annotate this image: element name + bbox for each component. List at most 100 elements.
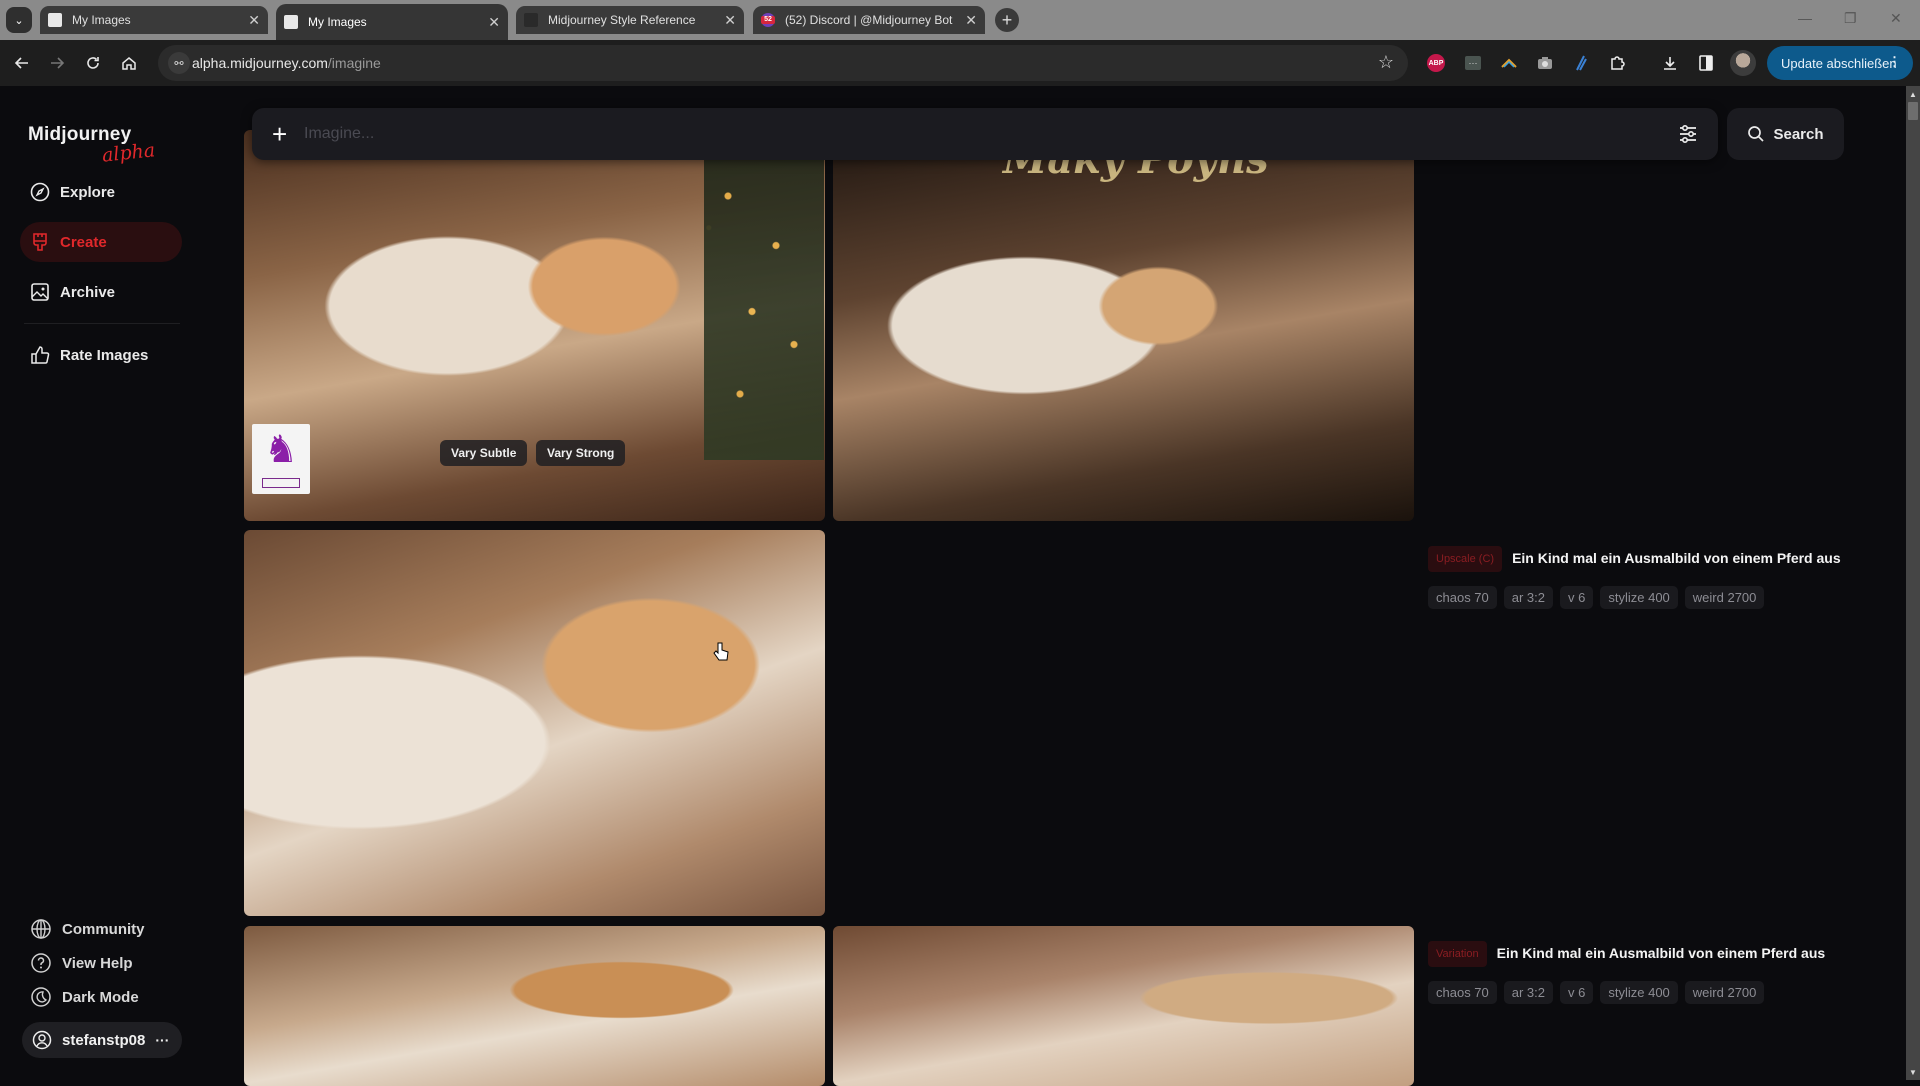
browser-tabstrip: ⌄ My Images ✕ My Images ✕ Midjourney Sty…: [0, 0, 1920, 40]
browser-toolbar: ⚯ alpha.midjourney.com/imagine ☆ ABP ···…: [0, 40, 1920, 86]
param-chip[interactable]: ar 3:2: [1503, 586, 1554, 609]
midjourney-favicon-icon: [524, 13, 538, 27]
extension-box-icon[interactable]: ···: [1465, 56, 1481, 70]
forward-button[interactable]: [46, 52, 68, 74]
param-chip[interactable]: weird 2700: [1684, 586, 1765, 609]
reload-button[interactable]: [82, 52, 104, 74]
user-avatar-icon: [32, 1030, 52, 1050]
sidebar-item-label: Community: [62, 920, 145, 938]
job-prompt[interactable]: Ein Kind mal ein Ausmalbild von einem Pf…: [1497, 945, 1826, 961]
generated-image[interactable]: Maky Poyns: [833, 130, 1414, 521]
vary-strong-button[interactable]: Vary Strong: [536, 440, 626, 466]
discord-favicon-icon: [761, 13, 775, 27]
chevron-down-icon: ⌄: [14, 14, 24, 27]
globe-icon: [30, 918, 52, 940]
profile-avatar-icon[interactable]: [1730, 50, 1756, 76]
back-button[interactable]: [11, 52, 33, 74]
extension-rainbow-icon[interactable]: [1499, 53, 1519, 73]
side-panel-icon[interactable]: [1696, 53, 1716, 73]
hand-cursor-icon: [713, 642, 729, 661]
sidebar-item-create[interactable]: Create: [20, 222, 182, 262]
tab-search-button[interactable]: ⌄: [6, 7, 32, 33]
scroll-up-arrow-icon[interactable]: ▲: [1909, 90, 1917, 99]
midjourney-favicon-icon: [284, 15, 298, 29]
param-chip[interactable]: v 6: [1560, 981, 1594, 1004]
new-tab-button[interactable]: +: [995, 8, 1019, 32]
adblock-plus-icon[interactable]: ABP: [1427, 54, 1445, 72]
arrow-right-icon: [51, 57, 65, 69]
horse-icon: ♞: [263, 429, 299, 471]
generated-image[interactable]: [833, 926, 1414, 1086]
reload-icon: [87, 57, 99, 69]
bookmark-star-icon[interactable]: ☆: [1378, 52, 1394, 73]
sidebar-item-label: Create: [60, 233, 107, 251]
update-browser-button[interactable]: Update abschließen ⋮: [1767, 46, 1913, 80]
midjourney-app: Midjourney alpha Explore Create Archive: [0, 86, 1906, 1086]
page-scrollbar[interactable]: ▲ ▼: [1906, 86, 1920, 1080]
add-image-plus-icon[interactable]: +: [272, 119, 287, 150]
job-type-badge: Upscale (C): [1428, 546, 1503, 572]
generated-image[interactable]: ♞ Vary Subtle Vary Strong: [244, 130, 825, 521]
more-horizontal-icon[interactable]: ···: [155, 1032, 169, 1048]
scrollbar-thumb[interactable]: [1908, 102, 1918, 120]
param-chip[interactable]: chaos 70: [1428, 981, 1497, 1004]
browser-tab-active[interactable]: My Images ✕: [276, 4, 508, 40]
imagine-input[interactable]: [304, 120, 1604, 148]
style-reference-thumbnail[interactable]: ♞: [252, 424, 310, 494]
tab-title: (52) Discord | @Midjourney Bot: [785, 13, 953, 27]
tab-title: Midjourney Style Reference: [548, 13, 696, 27]
scroll-down-arrow-icon[interactable]: ▼: [1909, 1068, 1917, 1077]
sidebar-item-view-help[interactable]: View Help: [20, 948, 133, 978]
site-info-icon[interactable]: ⚯: [168, 52, 190, 74]
sidebar-item-dark-mode[interactable]: Dark Mode: [20, 982, 139, 1012]
param-chip[interactable]: stylize 400: [1600, 981, 1678, 1004]
browser-tab[interactable]: My Images ✕: [40, 6, 268, 34]
home-icon: [122, 57, 136, 70]
close-tab-icon[interactable]: ✕: [488, 14, 500, 31]
param-chip[interactable]: ar 3:2: [1503, 981, 1554, 1004]
tab-title: My Images: [72, 13, 131, 27]
thumbs-up-icon: [30, 345, 50, 365]
job-params: chaos 70 ar 3:2 v 6 stylize 400 weird 27…: [1428, 586, 1848, 609]
sidebar-item-rate-images[interactable]: Rate Images: [20, 335, 182, 375]
username: stefanstp08: [62, 1031, 146, 1049]
param-chip[interactable]: weird 2700: [1684, 981, 1765, 1004]
search-icon: [1748, 126, 1765, 142]
more-vertical-icon[interactable]: ⋮: [1888, 54, 1901, 70]
url-text[interactable]: alpha.midjourney.com/imagine: [192, 55, 381, 71]
param-chip[interactable]: chaos 70: [1428, 586, 1497, 609]
midjourney-favicon-icon: [48, 13, 62, 27]
vary-subtle-button[interactable]: Vary Subtle: [440, 440, 528, 466]
close-window-button[interactable]: ✕: [1890, 10, 1902, 27]
search-button[interactable]: Search: [1727, 108, 1844, 160]
minimize-button[interactable]: —: [1798, 10, 1812, 26]
pen-icon[interactable]: [1571, 53, 1591, 73]
close-tab-icon[interactable]: ✕: [724, 12, 736, 29]
url-host: alpha.midjourney.com: [192, 55, 328, 71]
generated-image[interactable]: [244, 530, 825, 916]
close-tab-icon[interactable]: ✕: [248, 12, 260, 29]
restore-button[interactable]: ❐: [1844, 10, 1857, 27]
address-bar[interactable]: ⚯ alpha.midjourney.com/imagine ☆: [158, 45, 1408, 81]
browser-tab[interactable]: Midjourney Style Reference ✕: [516, 6, 744, 34]
settings-sliders-icon[interactable]: [1676, 122, 1700, 146]
sidebar-item-label: View Help: [62, 954, 133, 972]
close-tab-icon[interactable]: ✕: [965, 12, 977, 29]
job-prompt[interactable]: Ein Kind mal ein Ausmalbild von einem Pf…: [1512, 550, 1841, 566]
sidebar-item-community[interactable]: Community: [20, 914, 145, 944]
help-icon: [30, 952, 52, 974]
thumbnail-caption: [262, 478, 300, 488]
sidebar-item-archive[interactable]: Archive: [20, 272, 182, 312]
search-label: Search: [1773, 125, 1824, 143]
sidebar-item-explore[interactable]: Explore: [20, 172, 182, 212]
job-prompt-line: Upscale (C) Ein Kind mal ein Ausmalbild v…: [1428, 546, 1848, 572]
puzzle-icon[interactable]: [1607, 53, 1627, 73]
user-menu[interactable]: stefanstp08 ···: [22, 1022, 182, 1058]
download-icon[interactable]: [1660, 53, 1680, 73]
camera-icon[interactable]: [1535, 53, 1555, 73]
home-button[interactable]: [118, 52, 140, 74]
generated-image[interactable]: [244, 926, 825, 1086]
param-chip[interactable]: stylize 400: [1600, 586, 1678, 609]
param-chip[interactable]: v 6: [1560, 586, 1594, 609]
browser-tab[interactable]: (52) Discord | @Midjourney Bot ✕: [753, 6, 985, 34]
